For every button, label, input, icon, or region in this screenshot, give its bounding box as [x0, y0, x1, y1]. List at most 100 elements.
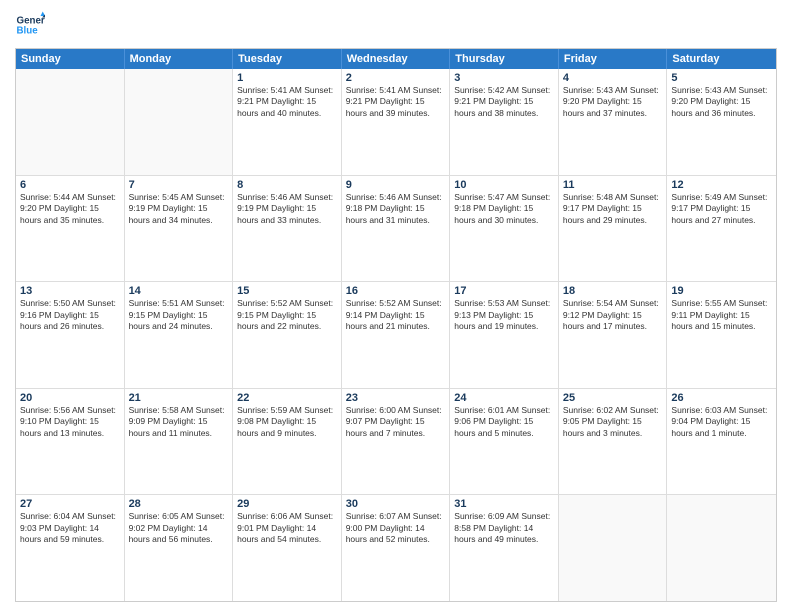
- day-number: 2: [346, 72, 446, 84]
- day-info: Sunrise: 5:48 AM Sunset: 9:17 PM Dayligh…: [563, 192, 663, 226]
- calendar-cell: 11Sunrise: 5:48 AM Sunset: 9:17 PM Dayli…: [559, 176, 668, 282]
- header-day-friday: Friday: [559, 49, 668, 69]
- day-info: Sunrise: 6:01 AM Sunset: 9:06 PM Dayligh…: [454, 405, 554, 439]
- day-info: Sunrise: 5:41 AM Sunset: 9:21 PM Dayligh…: [346, 85, 446, 119]
- day-info: Sunrise: 5:51 AM Sunset: 9:15 PM Dayligh…: [129, 298, 229, 332]
- calendar-week-4: 20Sunrise: 5:56 AM Sunset: 9:10 PM Dayli…: [16, 389, 776, 496]
- day-number: 15: [237, 285, 337, 297]
- header-day-wednesday: Wednesday: [342, 49, 451, 69]
- day-number: 1: [237, 72, 337, 84]
- day-info: Sunrise: 5:49 AM Sunset: 9:17 PM Dayligh…: [671, 192, 772, 226]
- day-info: Sunrise: 5:50 AM Sunset: 9:16 PM Dayligh…: [20, 298, 120, 332]
- calendar-cell: 25Sunrise: 6:02 AM Sunset: 9:05 PM Dayli…: [559, 389, 668, 495]
- day-number: 28: [129, 498, 229, 510]
- day-number: 20: [20, 392, 120, 404]
- calendar-cell: [16, 69, 125, 175]
- day-number: 3: [454, 72, 554, 84]
- calendar-cell: 5Sunrise: 5:43 AM Sunset: 9:20 PM Daylig…: [667, 69, 776, 175]
- day-number: 13: [20, 285, 120, 297]
- calendar-cell: 16Sunrise: 5:52 AM Sunset: 9:14 PM Dayli…: [342, 282, 451, 388]
- day-info: Sunrise: 5:43 AM Sunset: 9:20 PM Dayligh…: [671, 85, 772, 119]
- calendar-cell: 2Sunrise: 5:41 AM Sunset: 9:21 PM Daylig…: [342, 69, 451, 175]
- calendar-cell: 9Sunrise: 5:46 AM Sunset: 9:18 PM Daylig…: [342, 176, 451, 282]
- day-info: Sunrise: 5:54 AM Sunset: 9:12 PM Dayligh…: [563, 298, 663, 332]
- calendar-cell: 26Sunrise: 6:03 AM Sunset: 9:04 PM Dayli…: [667, 389, 776, 495]
- day-number: 8: [237, 179, 337, 191]
- header-day-thursday: Thursday: [450, 49, 559, 69]
- day-number: 31: [454, 498, 554, 510]
- day-number: 9: [346, 179, 446, 191]
- day-number: 14: [129, 285, 229, 297]
- day-info: Sunrise: 6:00 AM Sunset: 9:07 PM Dayligh…: [346, 405, 446, 439]
- calendar-cell: 21Sunrise: 5:58 AM Sunset: 9:09 PM Dayli…: [125, 389, 234, 495]
- day-number: 12: [671, 179, 772, 191]
- day-number: 25: [563, 392, 663, 404]
- day-number: 6: [20, 179, 120, 191]
- calendar-cell: 1Sunrise: 5:41 AM Sunset: 9:21 PM Daylig…: [233, 69, 342, 175]
- calendar-header: SundayMondayTuesdayWednesdayThursdayFrid…: [16, 49, 776, 69]
- day-info: Sunrise: 5:46 AM Sunset: 9:19 PM Dayligh…: [237, 192, 337, 226]
- calendar-cell: 30Sunrise: 6:07 AM Sunset: 9:00 PM Dayli…: [342, 495, 451, 601]
- day-number: 16: [346, 285, 446, 297]
- day-number: 24: [454, 392, 554, 404]
- day-number: 7: [129, 179, 229, 191]
- calendar-cell: 20Sunrise: 5:56 AM Sunset: 9:10 PM Dayli…: [16, 389, 125, 495]
- day-info: Sunrise: 6:06 AM Sunset: 9:01 PM Dayligh…: [237, 511, 337, 545]
- day-info: Sunrise: 5:41 AM Sunset: 9:21 PM Dayligh…: [237, 85, 337, 119]
- calendar-cell: 24Sunrise: 6:01 AM Sunset: 9:06 PM Dayli…: [450, 389, 559, 495]
- day-number: 30: [346, 498, 446, 510]
- calendar-week-2: 6Sunrise: 5:44 AM Sunset: 9:20 PM Daylig…: [16, 176, 776, 283]
- day-info: Sunrise: 5:58 AM Sunset: 9:09 PM Dayligh…: [129, 405, 229, 439]
- calendar-week-5: 27Sunrise: 6:04 AM Sunset: 9:03 PM Dayli…: [16, 495, 776, 601]
- calendar-cell: [125, 69, 234, 175]
- day-number: 4: [563, 72, 663, 84]
- day-info: Sunrise: 5:44 AM Sunset: 9:20 PM Dayligh…: [20, 192, 120, 226]
- day-info: Sunrise: 6:02 AM Sunset: 9:05 PM Dayligh…: [563, 405, 663, 439]
- calendar-cell: 4Sunrise: 5:43 AM Sunset: 9:20 PM Daylig…: [559, 69, 668, 175]
- day-number: 5: [671, 72, 772, 84]
- calendar-cell: 7Sunrise: 5:45 AM Sunset: 9:19 PM Daylig…: [125, 176, 234, 282]
- day-info: Sunrise: 5:47 AM Sunset: 9:18 PM Dayligh…: [454, 192, 554, 226]
- day-number: 17: [454, 285, 554, 297]
- day-number: 18: [563, 285, 663, 297]
- calendar-cell: 14Sunrise: 5:51 AM Sunset: 9:15 PM Dayli…: [125, 282, 234, 388]
- day-info: Sunrise: 5:45 AM Sunset: 9:19 PM Dayligh…: [129, 192, 229, 226]
- calendar-cell: 8Sunrise: 5:46 AM Sunset: 9:19 PM Daylig…: [233, 176, 342, 282]
- day-number: 27: [20, 498, 120, 510]
- day-number: 23: [346, 392, 446, 404]
- calendar-cell: 3Sunrise: 5:42 AM Sunset: 9:21 PM Daylig…: [450, 69, 559, 175]
- calendar-cell: 6Sunrise: 5:44 AM Sunset: 9:20 PM Daylig…: [16, 176, 125, 282]
- day-number: 11: [563, 179, 663, 191]
- calendar-cell: 13Sunrise: 5:50 AM Sunset: 9:16 PM Dayli…: [16, 282, 125, 388]
- calendar-cell: 22Sunrise: 5:59 AM Sunset: 9:08 PM Dayli…: [233, 389, 342, 495]
- day-info: Sunrise: 6:04 AM Sunset: 9:03 PM Dayligh…: [20, 511, 120, 545]
- calendar-cell: 28Sunrise: 6:05 AM Sunset: 9:02 PM Dayli…: [125, 495, 234, 601]
- day-info: Sunrise: 5:59 AM Sunset: 9:08 PM Dayligh…: [237, 405, 337, 439]
- calendar-cell: 27Sunrise: 6:04 AM Sunset: 9:03 PM Dayli…: [16, 495, 125, 601]
- calendar-cell: 15Sunrise: 5:52 AM Sunset: 9:15 PM Dayli…: [233, 282, 342, 388]
- calendar-cell: 10Sunrise: 5:47 AM Sunset: 9:18 PM Dayli…: [450, 176, 559, 282]
- day-info: Sunrise: 6:07 AM Sunset: 9:00 PM Dayligh…: [346, 511, 446, 545]
- page: General Blue SundayMondayTuesdayWednesda…: [0, 0, 792, 612]
- day-info: Sunrise: 5:46 AM Sunset: 9:18 PM Dayligh…: [346, 192, 446, 226]
- day-info: Sunrise: 6:03 AM Sunset: 9:04 PM Dayligh…: [671, 405, 772, 439]
- header-day-monday: Monday: [125, 49, 234, 69]
- day-number: 19: [671, 285, 772, 297]
- day-number: 21: [129, 392, 229, 404]
- day-info: Sunrise: 5:55 AM Sunset: 9:11 PM Dayligh…: [671, 298, 772, 332]
- header-day-tuesday: Tuesday: [233, 49, 342, 69]
- day-number: 22: [237, 392, 337, 404]
- calendar-cell: 12Sunrise: 5:49 AM Sunset: 9:17 PM Dayli…: [667, 176, 776, 282]
- svg-text:Blue: Blue: [17, 25, 39, 36]
- calendar-cell: [667, 495, 776, 601]
- day-info: Sunrise: 5:53 AM Sunset: 9:13 PM Dayligh…: [454, 298, 554, 332]
- header: General Blue: [15, 10, 777, 40]
- calendar-cell: 23Sunrise: 6:00 AM Sunset: 9:07 PM Dayli…: [342, 389, 451, 495]
- day-info: Sunrise: 5:52 AM Sunset: 9:14 PM Dayligh…: [346, 298, 446, 332]
- calendar-week-3: 13Sunrise: 5:50 AM Sunset: 9:16 PM Dayli…: [16, 282, 776, 389]
- header-day-saturday: Saturday: [667, 49, 776, 69]
- day-info: Sunrise: 6:09 AM Sunset: 8:58 PM Dayligh…: [454, 511, 554, 545]
- day-info: Sunrise: 6:05 AM Sunset: 9:02 PM Dayligh…: [129, 511, 229, 545]
- day-info: Sunrise: 5:52 AM Sunset: 9:15 PM Dayligh…: [237, 298, 337, 332]
- calendar-week-1: 1Sunrise: 5:41 AM Sunset: 9:21 PM Daylig…: [16, 69, 776, 176]
